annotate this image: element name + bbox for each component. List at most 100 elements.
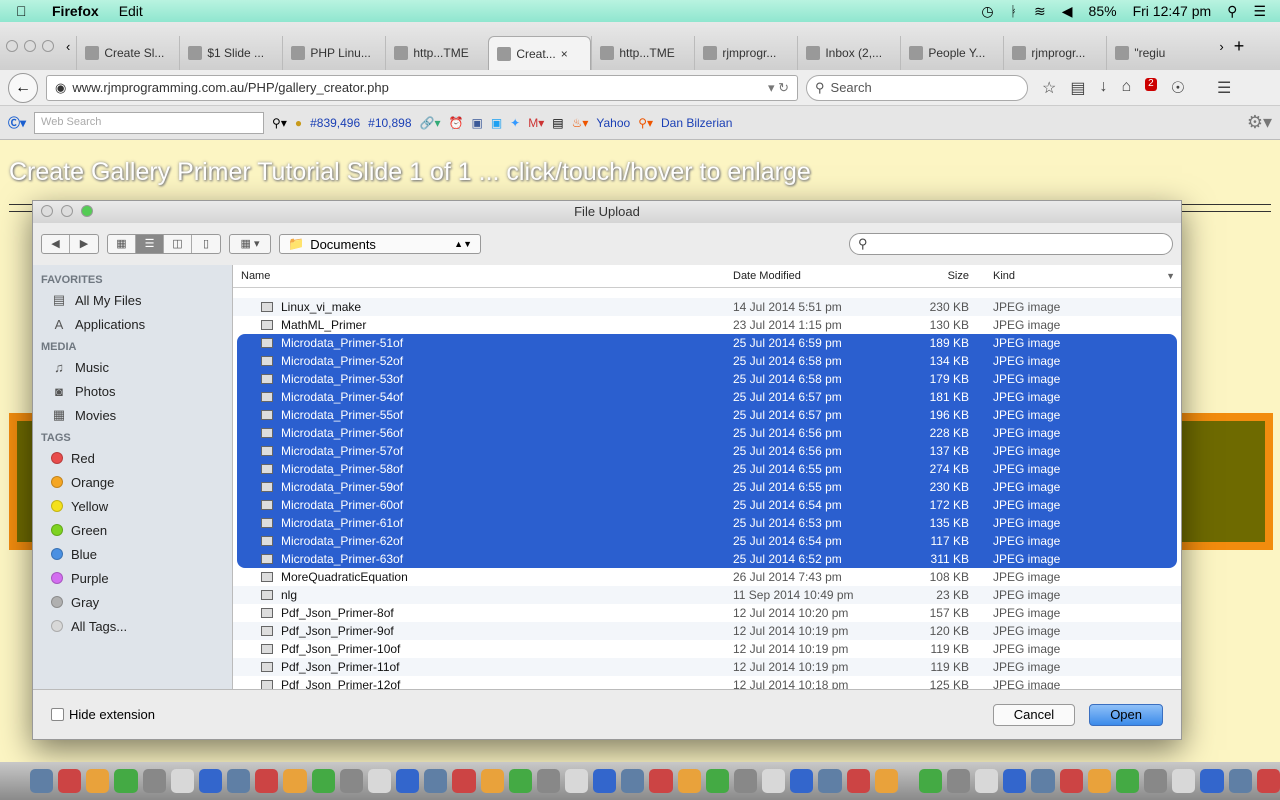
sidebar-item-red[interactable]: Red (33, 446, 232, 470)
tab-0[interactable]: Create Sl... (76, 36, 179, 70)
sidebar-item-movies[interactable]: ▦ Movies (33, 403, 232, 427)
bluetooth-icon[interactable]: ᛓ (1010, 3, 1018, 19)
file-row[interactable]: Microdata_Primer-57of 25 Jul 2014 6:56 pm… (237, 442, 1177, 460)
sidebar-item-gray[interactable]: Gray (33, 590, 232, 614)
column-name[interactable]: Name (233, 270, 721, 282)
dock-app-icon[interactable] (1087, 769, 1111, 793)
timer-icon[interactable]: ⏰ (449, 116, 464, 130)
arrange-icon[interactable]: ▦ ▾ (230, 235, 270, 253)
dock-app-icon[interactable] (58, 769, 82, 793)
file-row[interactable]: Microdata_Primer-59of 25 Jul 2014 6:55 pm… (237, 478, 1177, 496)
tab-2[interactable]: PHP Linu... (282, 36, 385, 70)
dock-app-icon[interactable] (227, 769, 251, 793)
dock-app-icon[interactable] (1031, 769, 1055, 793)
tab-6[interactable]: rjmprogr... (694, 36, 797, 70)
bookmark-star-icon[interactable]: ☆ (1042, 78, 1056, 98)
dock-app-icon[interactable] (564, 769, 589, 793)
file-row[interactable]: Linux_vi_make 14 Jul 2014 5:51 pm 230 KB JP… (233, 298, 1181, 316)
tabs-scroll-right-icon[interactable]: › (1219, 39, 1223, 54)
dialog-close-button[interactable] (41, 205, 53, 217)
column-view-icon[interactable]: ◫ (164, 235, 192, 253)
search-icon[interactable]: ⚲▾ (272, 116, 287, 130)
column-date-modified[interactable]: Date Modified (721, 270, 885, 282)
tab-8[interactable]: People Y... (900, 36, 1003, 70)
dock-app-icon[interactable] (283, 769, 307, 793)
sidebar-item-purple[interactable]: Purple (33, 566, 232, 590)
dock-app-icon[interactable] (790, 769, 814, 793)
tab-3[interactable]: http...TME (385, 36, 488, 70)
dialog-zoom-button[interactable] (81, 205, 93, 217)
file-row[interactable]: Pdf_Json_Primer-11of 12 Jul 2014 10:19 pm… (233, 658, 1181, 676)
downloads-icon[interactable]: ↓ (1099, 78, 1107, 98)
file-row[interactable]: MoreQuadraticEquation 26 Jul 2014 7:43 pm… (233, 568, 1181, 586)
reload-icon[interactable]: ▾ ↻ (768, 80, 789, 96)
dock-app-icon[interactable] (424, 769, 448, 793)
dock-app-icon[interactable] (1200, 769, 1224, 793)
dock-app-icon[interactable] (1172, 769, 1196, 793)
file-row[interactable]: Microdata_Primer-56of 25 Jul 2014 6:56 pm… (237, 424, 1177, 442)
new-tab-icon[interactable]: + (1234, 36, 1245, 57)
open-button[interactable]: Open (1089, 703, 1163, 726)
wifi-icon[interactable]: ≋ (1034, 3, 1046, 20)
checkbox[interactable] (51, 708, 64, 721)
reading-list-icon[interactable]: ▤ (1070, 78, 1085, 98)
file-row[interactable]: Microdata_Primer-58of 25 Jul 2014 6:55 pm… (237, 460, 1177, 478)
file-row[interactable]: Microdata_Primer-52of 25 Jul 2014 6:58 pm… (237, 352, 1177, 370)
gmail-icon[interactable]: M▾ (528, 116, 544, 130)
dock-app-icon[interactable] (311, 769, 335, 793)
clock[interactable]: Fri 12:47 pm (1133, 3, 1212, 19)
yahoo-link[interactable]: Yahoo (596, 116, 630, 130)
dock-app-icon[interactable] (255, 769, 279, 793)
file-row[interactable]: Pdf_Json_Primer-9of 12 Jul 2014 10:19 pm 1… (233, 622, 1181, 640)
sidebar-item-blue[interactable]: Blue (33, 542, 232, 566)
time-machine-icon[interactable]: ◷ (981, 3, 993, 20)
sync-icon[interactable]: ☉ (1171, 78, 1185, 98)
tab-7[interactable]: Inbox (2,... (797, 36, 900, 70)
file-row[interactable]: nlg 11 Sep 2014 10:49 pm 23 KB JPEG image (233, 586, 1181, 604)
battery-status[interactable]: 85% (1089, 3, 1117, 19)
dock-app-icon[interactable] (1144, 769, 1168, 793)
dock-app-icon[interactable] (396, 769, 420, 793)
dock-app-icon[interactable] (593, 769, 617, 793)
addon-badge[interactable]: 2 (1145, 77, 1157, 91)
url-bar[interactable]: ◉ www.rjmprogramming.com.au/PHP/gallery_c… (46, 74, 798, 101)
column-size[interactable]: Size (885, 270, 985, 282)
dock-app-icon[interactable] (947, 769, 971, 793)
dock-app-icon[interactable] (762, 769, 786, 793)
dialog-minimize-button[interactable] (61, 205, 73, 217)
dock-app-icon[interactable] (86, 769, 110, 793)
menu-edit[interactable]: Edit (119, 3, 143, 19)
app-menu[interactable]: Firefox (52, 3, 99, 19)
hamburger-menu-icon[interactable]: ☰ (1217, 78, 1231, 98)
dock-app-icon[interactable] (170, 769, 194, 793)
dock-app-icon[interactable] (975, 769, 999, 793)
zoom-button[interactable] (42, 40, 54, 52)
close-tab-icon[interactable]: × (561, 47, 568, 61)
dock-app-icon[interactable] (339, 769, 363, 793)
tab-1[interactable]: $1 Slide ... (179, 36, 282, 70)
home-icon[interactable]: ⌂ (1121, 78, 1131, 98)
facebook-icon[interactable]: ▣ (471, 116, 482, 130)
ask-icon[interactable]: Ⓒ▾ (8, 114, 26, 131)
apple-icon[interactable]:  (16, 3, 36, 19)
file-row[interactable]: MathML_Primer 23 Jul 2014 1:15 pm 130 KB JP… (233, 316, 1181, 334)
dock-app-icon[interactable] (452, 769, 476, 793)
dock-app-icon[interactable] (367, 769, 392, 793)
dock-app-icon[interactable] (114, 769, 138, 793)
dock-app-icon[interactable] (142, 769, 166, 793)
sidebar-item-photos[interactable]: ◙ Photos (33, 379, 232, 403)
dock-app-icon[interactable] (30, 769, 54, 793)
dock-app-icon[interactable] (874, 769, 898, 793)
dock-app-icon[interactable] (733, 769, 758, 793)
dock-app-icon[interactable] (1115, 769, 1140, 793)
cancel-button[interactable]: Cancel (992, 703, 1076, 726)
file-row[interactable]: Microdata_Primer-62of 25 Jul 2014 6:54 pm… (237, 532, 1177, 550)
file-row-partial[interactable] (233, 288, 1181, 298)
tab-10[interactable]: "regiu (1106, 36, 1209, 70)
sidebar-item-all-tags-[interactable]: All Tags... (33, 614, 232, 638)
file-row[interactable]: Microdata_Primer-54of 25 Jul 2014 6:57 pm… (237, 388, 1177, 406)
coverflow-view-icon[interactable]: ▯ (192, 235, 220, 253)
hide-extension-checkbox[interactable]: Hide extension (51, 707, 155, 722)
dock-app-icon[interactable] (918, 769, 942, 793)
dock-app-icon[interactable] (818, 769, 842, 793)
